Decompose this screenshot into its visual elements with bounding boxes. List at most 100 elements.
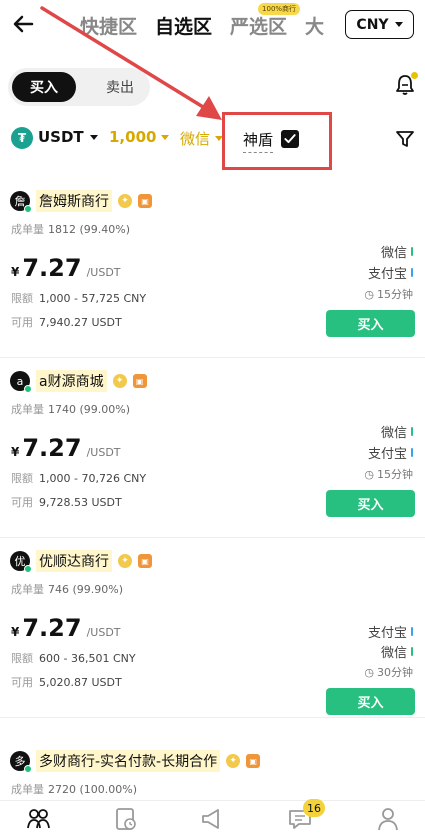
chevron-down-icon	[394, 22, 403, 27]
payment-method: 支付宝	[368, 263, 413, 282]
tab-select-badge: 100%商行	[258, 3, 301, 15]
profile-icon[interactable]	[375, 806, 401, 832]
notification-bell-icon[interactable]	[392, 72, 418, 98]
tab-quick[interactable]: 快捷区	[80, 12, 137, 39]
tab-custom[interactable]: 自选区	[155, 12, 212, 39]
announcement-icon[interactable]	[199, 806, 225, 832]
chevron-down-icon	[89, 134, 98, 140]
clock-icon: ◷	[364, 287, 374, 301]
shield-filter-label: 神盾	[243, 129, 274, 153]
chevron-down-icon	[161, 134, 170, 140]
order-stats: 成单量 746 (99.90%)	[11, 583, 124, 596]
order-stats: 成单量 1740 (99.00%)	[11, 403, 131, 416]
wechat-marker	[411, 247, 413, 256]
buy-sell-toggle: 买入 卖出	[8, 68, 150, 106]
avatar: 优	[10, 551, 32, 573]
merchant-card[interactable]: 詹 詹姆斯商行 ✦ ▣ 成单量 1812 (99.40%) ¥ 7.27 /USD…	[0, 180, 425, 358]
currency-select[interactable]: CNY	[345, 10, 414, 39]
top-bar: 快捷区 自选区 严选区 100%商行 大 CNY	[0, 0, 425, 50]
online-dot	[24, 565, 32, 573]
payment-time: ◷ 15分钟	[364, 467, 413, 482]
merchant-header: 多 多财商行-实名付款-长期合作 ✦ ▣	[10, 750, 261, 773]
shield-badge-icon: ▣	[138, 194, 152, 208]
payment-time: ◷ 30分钟	[364, 665, 413, 680]
orders-icon[interactable]	[113, 806, 139, 832]
price: ¥ 7.27 /USDT	[11, 434, 121, 462]
limit: 限额 1,000 - 70,726 CNY	[11, 472, 147, 485]
shield-badge-icon: ▣	[246, 754, 261, 768]
limit: 限额 600 - 36,501 CNY	[11, 652, 136, 665]
highlight-box	[222, 112, 332, 170]
clock-icon: ◷	[364, 665, 374, 679]
alipay-marker	[411, 448, 413, 457]
payment-filter[interactable]: 微信	[180, 128, 224, 149]
wechat-marker	[411, 647, 413, 656]
online-dot	[24, 205, 32, 213]
payment-method: 微信	[381, 422, 413, 441]
payment-method: 支付宝	[368, 443, 413, 462]
available: 可用 9,728.53 USDT	[11, 496, 122, 509]
online-dot	[24, 385, 32, 393]
buy-button[interactable]: 买入	[326, 490, 415, 517]
verified-badge-icon: ✦	[226, 754, 241, 768]
tab-select-label: 严选区	[230, 16, 288, 38]
usdt-coin-icon: ₮	[11, 127, 33, 149]
wechat-marker	[411, 427, 413, 436]
coin-filter[interactable]: USDT	[38, 128, 98, 146]
bottom-nav: 16	[0, 799, 425, 835]
price: ¥ 7.27 /USDT	[11, 254, 121, 282]
shield-badge-icon: ▣	[132, 374, 147, 388]
verified-badge-icon: ✦	[118, 194, 132, 208]
messages-badge: 16	[303, 799, 325, 817]
merchant-header: a a财源商城 ✦ ▣	[10, 370, 147, 393]
verified-badge-icon: ✦	[118, 554, 132, 568]
avatar: 詹	[10, 191, 32, 213]
tab-large[interactable]: 大	[305, 12, 327, 39]
merchant-header: 优 优顺达商行 ✦ ▣	[10, 550, 152, 573]
shield-badge-icon: ▣	[138, 554, 152, 568]
merchant-card[interactable]: a a财源商城 ✦ ▣ 成单量 1740 (99.00%) ¥ 7.27 /USD…	[0, 360, 425, 538]
shield-checkbox[interactable]	[281, 130, 299, 148]
merchant-name[interactable]: 詹姆斯商行	[36, 190, 112, 212]
p2p-users-icon[interactable]	[25, 806, 51, 832]
avatar: 多	[10, 751, 32, 773]
order-stats: 成单量 2720 (100.00%)	[11, 783, 138, 796]
buy-button[interactable]: 买入	[326, 310, 415, 337]
payment-method: 微信	[381, 242, 413, 261]
merchant-name[interactable]: 多财商行-实名付款-长期合作	[36, 750, 221, 772]
available: 可用 7,940.27 USDT	[11, 316, 122, 329]
back-arrow-icon[interactable]	[10, 10, 38, 38]
filter-row: ₮ USDT 1,000 微信	[0, 122, 425, 156]
merchant-card[interactable]: 多 多财商行-实名付款-长期合作 ✦ ▣ 成单量 2720 (100.00%)	[0, 740, 425, 800]
amount-filter-label: 1,000	[109, 128, 157, 146]
payment-method: 微信	[381, 642, 413, 661]
amount-filter[interactable]: 1,000	[109, 128, 170, 146]
price: ¥ 7.27 /USDT	[11, 614, 121, 642]
tab-select[interactable]: 严选区 100%商行	[230, 3, 301, 39]
online-dot	[24, 765, 32, 773]
merchant-card[interactable]: 优 优顺达商行 ✦ ▣ 成单量 746 (99.90%) ¥ 7.27 /USDT…	[0, 540, 425, 718]
payment-method: 支付宝	[368, 622, 413, 641]
merchant-name[interactable]: a财源商城	[36, 370, 107, 392]
verified-badge-icon: ✦	[112, 374, 127, 388]
filter-funnel-icon[interactable]	[394, 128, 416, 150]
alipay-marker	[411, 268, 413, 277]
sell-tab[interactable]: 卖出	[90, 72, 150, 102]
merchant-header: 詹 詹姆斯商行 ✦ ▣	[10, 190, 152, 213]
payment-time: ◷ 15分钟	[364, 287, 413, 302]
buy-tab[interactable]: 买入	[12, 72, 76, 102]
zone-tabs: 快捷区 自选区 严选区 100%商行 大	[80, 3, 327, 39]
coin-filter-label: USDT	[38, 128, 84, 146]
merchant-name[interactable]: 优顺达商行	[36, 550, 112, 572]
clock-icon: ◷	[364, 467, 374, 481]
check-icon	[284, 134, 296, 144]
limit: 限额 1,000 - 57,725 CNY	[11, 292, 147, 305]
avatar: a	[10, 371, 32, 393]
order-stats: 成单量 1812 (99.40%)	[11, 223, 131, 236]
payment-filter-label: 微信	[180, 130, 211, 148]
currency-value: CNY	[356, 16, 389, 33]
buy-button[interactable]: 买入	[326, 688, 415, 715]
available: 可用 5,020.87 USDT	[11, 676, 122, 689]
alipay-marker	[411, 627, 413, 636]
notification-dot	[411, 72, 418, 79]
